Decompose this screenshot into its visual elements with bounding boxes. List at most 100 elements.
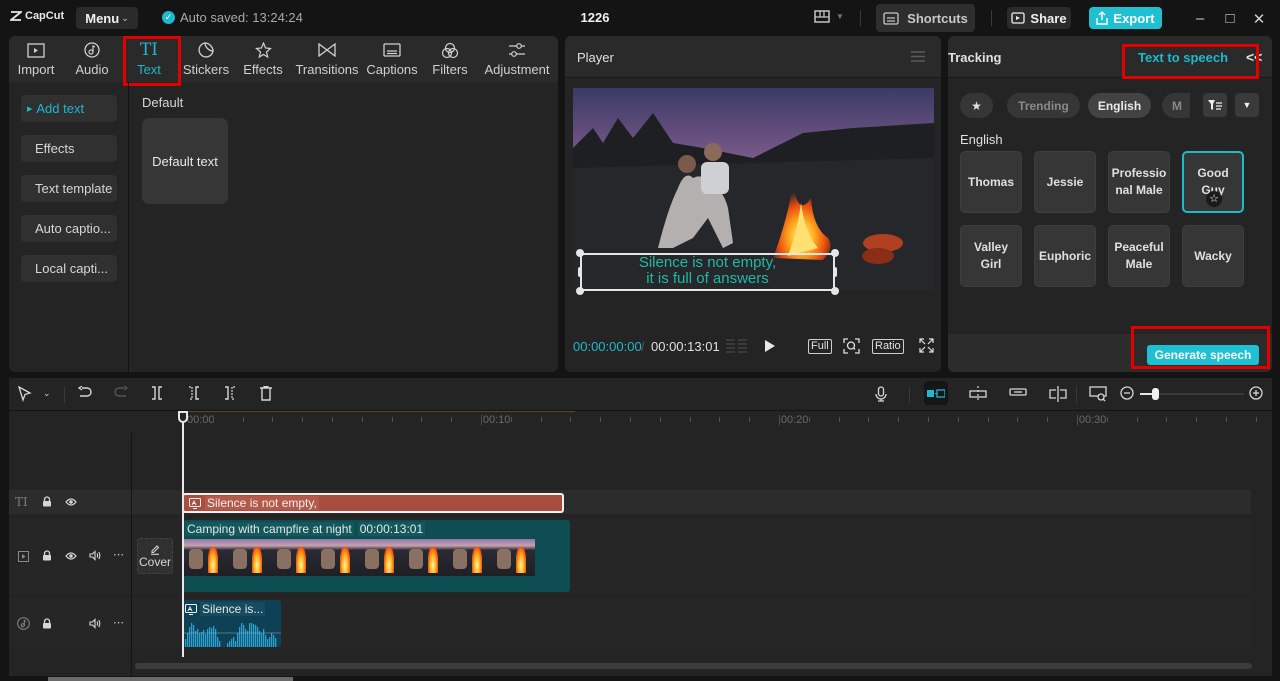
microphone-icon[interactable] <box>875 386 887 402</box>
tab-captions[interactable]: Captions <box>363 36 421 82</box>
tab-stickers[interactable]: Stickers <box>177 36 235 82</box>
timeline-horizontal-scrollbar[interactable] <box>135 663 1252 669</box>
audio-clip[interactable]: Silence is... <box>183 600 281 647</box>
waveform-bar <box>237 633 239 647</box>
voice-wacky[interactable]: Wacky <box>1182 225 1244 287</box>
video-clip[interactable]: Camping with campfire at night 00:00:13:… <box>183 520 570 592</box>
subnav-local-captions[interactable]: Local capti... <box>21 255 117 282</box>
tab-transitions[interactable]: Transitions <box>291 36 363 82</box>
voice-label: Euphoric <box>1038 248 1091 263</box>
full-button[interactable]: Full <box>808 339 832 354</box>
voice-label: Valley Girl <box>973 240 1009 271</box>
chip-more[interactable]: M <box>1162 93 1190 118</box>
resize-handle[interactable] <box>831 249 839 257</box>
resize-handle[interactable] <box>831 287 839 295</box>
tab-tracking[interactable]: Tracking <box>948 50 1001 65</box>
timeline-panel: ⌄ 00:00 |00:10 |00:20 |00:30 TI ⋯ Cover … <box>9 378 1272 676</box>
tab-effects[interactable]: Effects <box>235 36 291 82</box>
redo-icon[interactable] <box>114 386 128 400</box>
share-button[interactable]: Share <box>1007 7 1071 29</box>
zoom-in-icon[interactable] <box>1249 386 1263 400</box>
voice-euphoric[interactable]: Euphoric <box>1034 225 1096 287</box>
waveform-bar <box>207 629 209 647</box>
more-options-icon[interactable]: ⋯ <box>113 548 124 561</box>
resize-handle[interactable] <box>576 249 584 257</box>
dropdown-button[interactable]: ▼ <box>1235 93 1259 117</box>
default-text-card[interactable]: Default text <box>142 118 228 204</box>
app-name: CapCut <box>25 10 65 22</box>
minimize-button[interactable]: – <box>1192 10 1208 27</box>
undo-icon[interactable] <box>78 386 92 400</box>
eye-icon[interactable] <box>65 498 77 506</box>
playhead[interactable] <box>182 411 184 657</box>
delete-icon[interactable] <box>259 386 273 401</box>
caption-line-2: it is full of answers <box>646 270 769 287</box>
speaker-icon[interactable] <box>89 618 101 629</box>
resize-handle[interactable] <box>578 267 582 277</box>
link-icon[interactable] <box>1009 386 1027 398</box>
subnav-text-template[interactable]: Text template <box>21 175 117 202</box>
tab-text[interactable]: TI Text <box>121 36 177 82</box>
eye-icon[interactable] <box>65 552 77 560</box>
favorites-chip[interactable]: ★ <box>960 93 993 118</box>
voice-jessie[interactable]: Jessie <box>1034 151 1096 213</box>
preview-axis-icon[interactable] <box>1049 386 1067 402</box>
layout-button[interactable]: ▼ <box>814 10 844 23</box>
tab-text-to-speech[interactable]: Text to speech <box>1138 50 1228 65</box>
play-button[interactable] <box>764 339 776 353</box>
subnav-effects[interactable]: Effects <box>21 135 117 162</box>
resize-handle[interactable] <box>833 267 837 277</box>
player-title: Player <box>577 50 614 65</box>
export-button[interactable]: Export <box>1089 7 1162 29</box>
subnav-add-text[interactable]: ▶ Add text <box>21 95 117 122</box>
hamburger-menu-icon[interactable] <box>911 51 925 62</box>
ratio-button[interactable]: Ratio <box>872 339 904 354</box>
resize-handle[interactable] <box>576 287 584 295</box>
menu-button[interactable]: Menu ⌄ <box>76 7 138 29</box>
section-label: Default <box>142 95 184 110</box>
filter-button[interactable] <box>1203 93 1227 117</box>
video-thumbnail <box>359 539 403 576</box>
main-track-magnet-button[interactable] <box>924 381 948 405</box>
subnav-auto-captions[interactable]: Auto captio... <box>21 215 117 242</box>
voice-professional-male[interactable]: Professio nal Male <box>1108 151 1170 213</box>
lock-icon[interactable] <box>42 496 52 507</box>
waveform-toggle-icon[interactable] <box>726 339 748 354</box>
collapse-panel-icon[interactable]: << <box>1246 49 1262 65</box>
zoom-to-fit-icon[interactable] <box>1089 386 1107 402</box>
voice-good-guy[interactable]: Good Guy ☆ <box>1182 151 1244 213</box>
speaker-icon[interactable] <box>89 550 101 561</box>
zoom-preview-icon[interactable] <box>843 338 860 354</box>
select-tool-icon[interactable] <box>18 386 32 402</box>
fullscreen-icon[interactable] <box>919 338 934 353</box>
playhead-handle[interactable] <box>178 411 188 423</box>
zoom-slider-thumb[interactable] <box>1152 388 1159 400</box>
tab-import[interactable]: Import <box>9 36 63 82</box>
favorite-star-icon[interactable]: ☆ <box>1206 191 1222 207</box>
tab-audio[interactable]: Audio <box>63 36 121 82</box>
window-horizontal-scrollbar[interactable] <box>48 677 293 681</box>
generate-speech-button[interactable]: Generate speech <box>1147 345 1259 365</box>
text-clip[interactable]: Silence is not empty, <box>182 493 564 513</box>
auto-snap-icon[interactable] <box>969 386 987 402</box>
voice-valley-girl[interactable]: Valley Girl <box>960 225 1022 287</box>
split-icon[interactable] <box>151 386 163 400</box>
chevron-down-icon[interactable]: ⌄ <box>43 388 51 399</box>
zoom-out-icon[interactable] <box>1120 386 1134 400</box>
delete-right-icon[interactable] <box>224 386 236 400</box>
voice-thomas[interactable]: Thomas <box>960 151 1022 213</box>
chip-trending[interactable]: Trending <box>1007 93 1080 118</box>
tab-adjustment[interactable]: Adjustment <box>479 36 555 82</box>
cover-button[interactable]: Cover <box>137 538 173 574</box>
shortcuts-button[interactable]: Shortcuts <box>876 4 975 32</box>
maximize-button[interactable]: □ <box>1222 10 1238 27</box>
more-options-icon[interactable]: ⋯ <box>113 616 124 629</box>
voice-peaceful-male[interactable]: Peaceful Male <box>1108 225 1170 287</box>
lock-icon[interactable] <box>42 550 52 561</box>
chip-english[interactable]: English <box>1088 93 1151 118</box>
close-button[interactable]: ✕ <box>1251 10 1267 28</box>
toolbar-tabs: Import Audio TI Text Stickers Effects Tr… <box>9 36 558 82</box>
lock-icon[interactable] <box>42 618 52 629</box>
tab-filters[interactable]: Filters <box>421 36 479 82</box>
delete-left-icon[interactable] <box>188 386 200 400</box>
